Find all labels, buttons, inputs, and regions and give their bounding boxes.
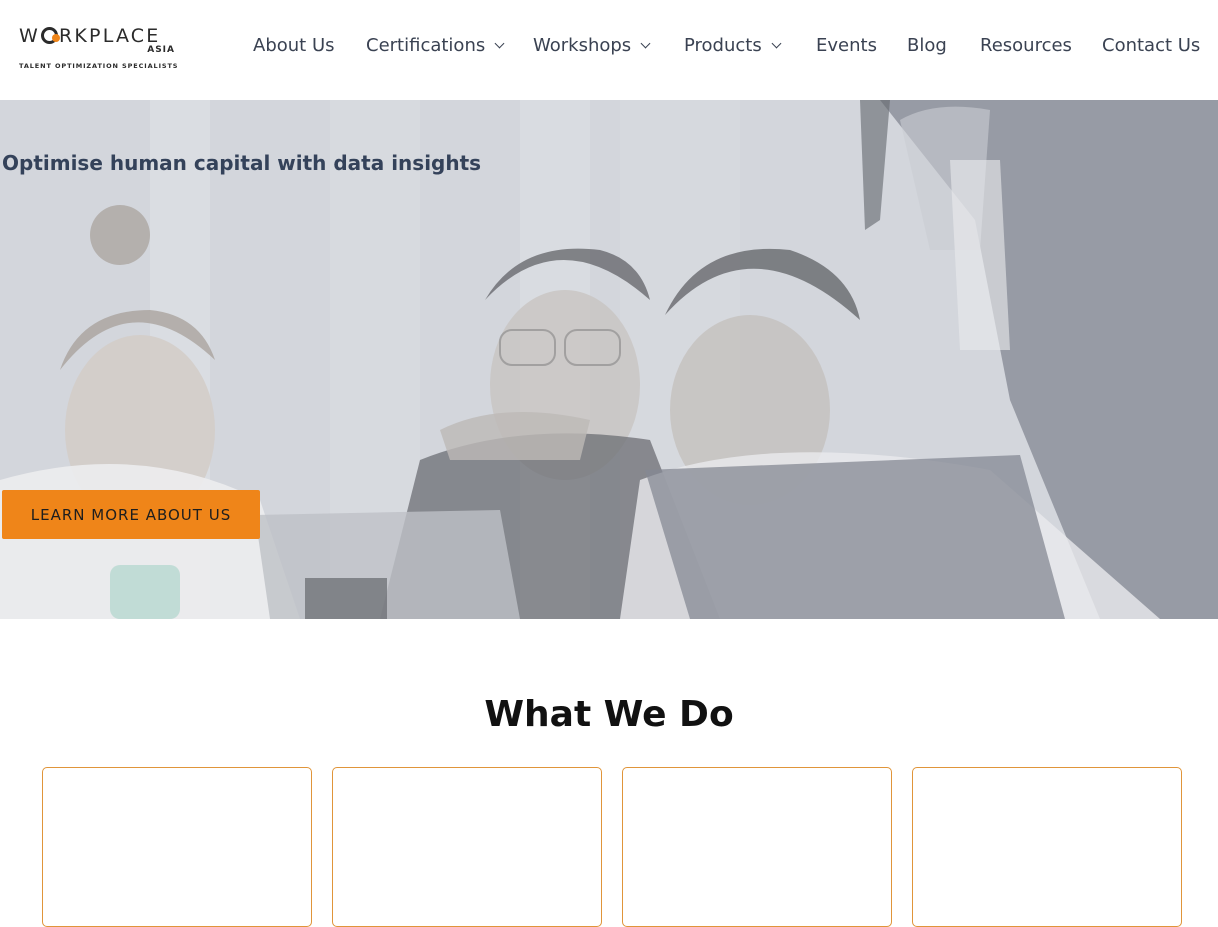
logo-wordmark: W RKPLACE <box>19 25 161 47</box>
nav-item-resources[interactable]: Resources <box>980 35 1072 56</box>
logo-tagline: TALENT OPTIMIZATION SPECIALISTS <box>19 62 179 70</box>
nav-item-products[interactable]: Products <box>684 35 782 56</box>
nav-item-label: Blog <box>907 35 947 56</box>
nav-item-blog[interactable]: Blog <box>907 35 947 56</box>
hero-background-photo <box>0 100 1218 619</box>
logo-sub: ASIA <box>147 45 175 55</box>
learn-more-button[interactable]: LEARN MORE ABOUT US <box>2 490 260 539</box>
workplace-asia-logo[interactable]: W RKPLACE ASIA TALENT OPTIMIZATION SPECIA… <box>19 22 179 74</box>
hero-title: Optimise human capital with data insight… <box>2 151 482 175</box>
nav-item-about-us[interactable]: About Us <box>253 35 335 56</box>
service-card[interactable] <box>912 767 1182 927</box>
chevron-down-icon <box>640 38 651 48</box>
chevron-down-icon <box>771 38 782 48</box>
nav-item-events[interactable]: Events <box>816 35 877 56</box>
site-header: W RKPLACE ASIA TALENT OPTIMIZATION SPECIA… <box>0 0 1218 100</box>
nav-item-contact-us[interactable]: Contact Us <box>1102 35 1200 56</box>
nav-item-label: Workshops <box>533 35 632 56</box>
nav-item-workshops[interactable]: Workshops <box>533 35 651 56</box>
service-card[interactable] <box>622 767 892 927</box>
logo-o-icon <box>41 27 60 44</box>
hero-banner: Optimise human capital with data insight… <box>0 100 1218 619</box>
nav-item-label: Resources <box>980 35 1072 56</box>
what-we-do-heading: What We Do <box>484 694 734 735</box>
nav-item-label: Events <box>816 35 877 56</box>
chevron-down-icon <box>494 38 505 48</box>
service-card[interactable] <box>332 767 602 927</box>
nav-item-certifications[interactable]: Certifications <box>366 35 505 56</box>
nav-item-label: Contact Us <box>1102 35 1201 56</box>
nav-item-label: About Us <box>253 35 335 56</box>
nav-item-label: Products <box>684 35 762 56</box>
service-card[interactable] <box>42 767 312 927</box>
nav-item-label: Certifications <box>366 35 486 56</box>
